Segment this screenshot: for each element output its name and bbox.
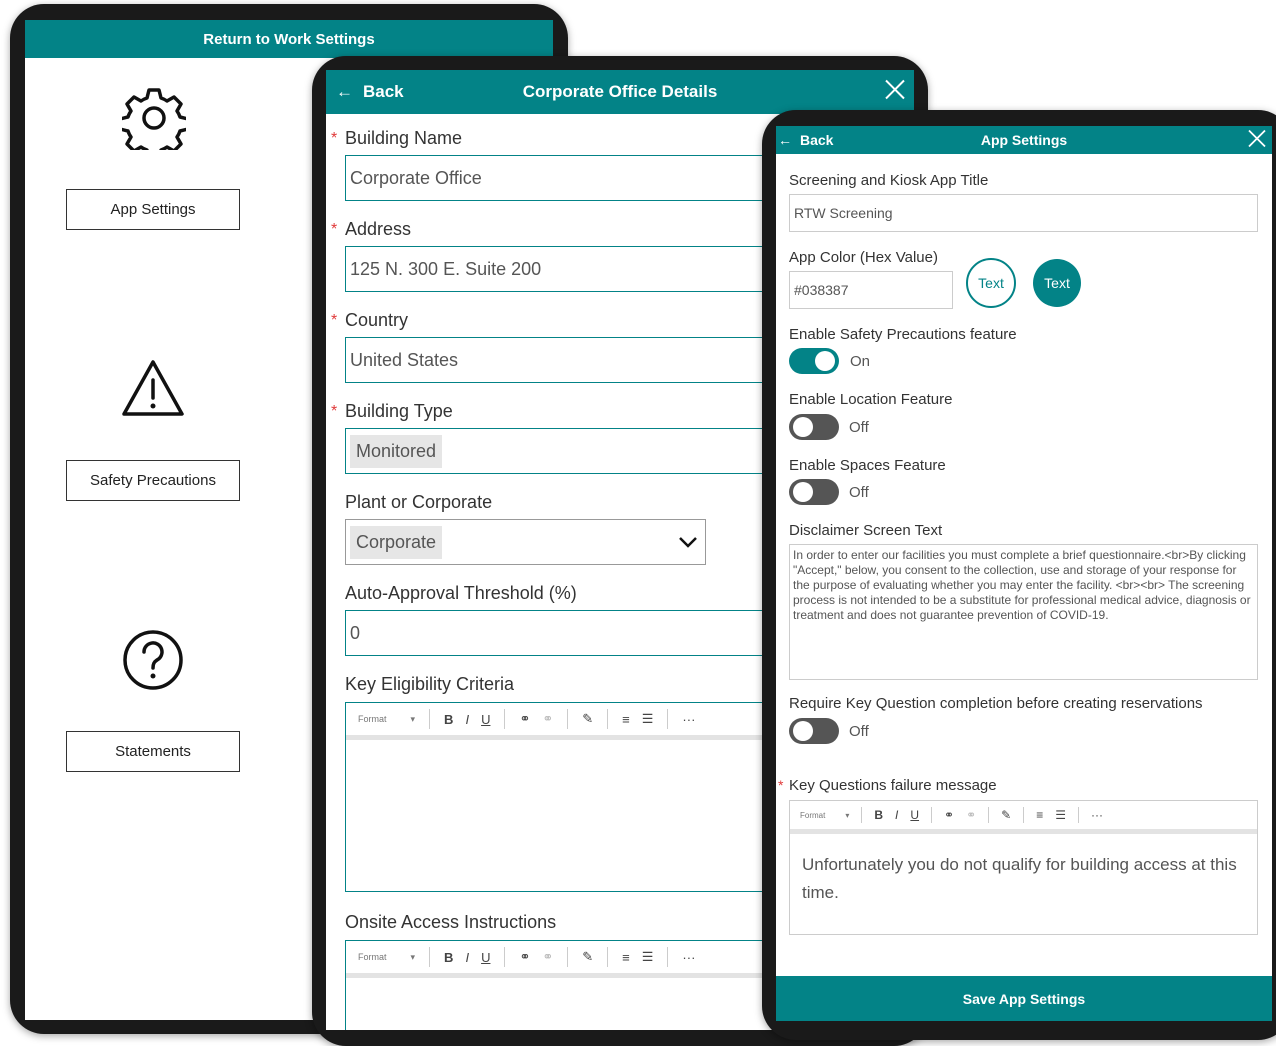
bullet-list-icon[interactable]: ≡ [622,950,630,965]
rte-toolbar: Format ▾ B I U ⚭ ⚭ ✎ ≡ ☰ ··· [790,801,1257,834]
corp-back-button[interactable]: ← Back [336,82,404,102]
rtw-title: Return to Work Settings [203,30,375,48]
arrow-left-icon: ← [778,132,792,148]
italic-icon[interactable]: I [465,950,469,965]
numbered-list-icon[interactable]: ☰ [642,711,654,727]
country-label: Country [345,310,409,330]
failure-message-text: Unfortunately you do not qualify for bui… [802,855,1237,902]
chevron-down-icon [677,532,699,557]
bold-icon[interactable]: B [874,808,883,822]
close-icon[interactable] [884,79,906,106]
save-app-settings-button[interactable]: Save App Settings [776,976,1272,1021]
onsite-label: Onsite Access Instructions [345,912,557,932]
format-dropdown[interactable]: Format ▾ [358,714,415,725]
format-dropdown[interactable]: Format ▾ [800,811,849,820]
gear-icon [118,86,190,160]
clear-format-icon[interactable]: ✎ [1001,808,1011,822]
building-type-label: Building Type [345,401,453,421]
more-icon[interactable]: ··· [682,712,695,727]
question-icon [121,628,185,692]
text-preview-outline: Text [966,258,1016,308]
location-feature-state: Off [849,419,869,436]
more-icon[interactable]: ··· [1091,808,1103,822]
app-title-input[interactable]: RTW Screening [789,194,1258,232]
plant-corporate-dropdown[interactable]: Corporate [345,519,706,565]
spaces-feature-label: Enable Spaces Feature [789,457,946,474]
clear-format-icon[interactable]: ✎ [582,711,593,727]
required-marker: * [331,221,338,238]
disclaimer-label: Disclaimer Screen Text [789,522,943,539]
bold-icon[interactable]: B [444,950,453,965]
require-completion-state: Off [849,723,869,740]
corp-header: ← Back Corporate Office Details [326,70,914,114]
corp-title: Corporate Office Details [522,82,718,101]
underline-icon[interactable]: U [481,712,490,727]
arrow-left-icon: ← [336,82,353,101]
app-screen: ← Back App Settings Screening and Kiosk … [776,126,1272,1021]
bullet-list-icon[interactable]: ≡ [1036,808,1043,822]
spaces-feature-toggle[interactable] [789,479,839,505]
plant-corporate-chip: Corporate [350,525,443,559]
safety-precautions-button[interactable]: Safety Precautions [66,460,240,501]
format-dropdown[interactable]: Format ▾ [358,952,415,963]
statements-button[interactable]: Statements [66,731,240,772]
location-feature-label: Enable Location Feature [789,391,953,408]
italic-icon[interactable]: I [465,712,469,727]
required-marker: * [331,403,338,420]
safety-feature-label: Enable Safety Precautions feature [789,326,1017,343]
clear-format-icon[interactable]: ✎ [582,949,593,965]
app-back-button[interactable]: ← Back [778,132,833,148]
safety-feature-toggle[interactable] [789,348,839,374]
more-icon[interactable]: ··· [682,950,695,965]
link-icon[interactable]: ⚭ [519,949,530,965]
app-title: App Settings [980,132,1068,148]
building-name-label: Building Name [345,128,463,148]
required-marker: * [331,312,338,329]
unlink-icon[interactable]: ⚭ [542,949,553,965]
app-device: ← Back App Settings Screening and Kiosk … [762,110,1276,1040]
spaces-feature-state: Off [849,484,869,501]
underline-icon[interactable]: U [481,950,490,965]
numbered-list-icon[interactable]: ☰ [642,949,654,965]
app-header: ← Back App Settings [776,126,1272,154]
warning-icon [121,358,185,418]
numbered-list-icon[interactable]: ☰ [1055,808,1066,822]
rtw-header: Return to Work Settings [25,20,553,58]
bullet-list-icon[interactable]: ≡ [622,712,630,727]
bold-icon[interactable]: B [444,712,453,727]
required-marker: * [331,130,338,147]
italic-icon[interactable]: I [895,808,898,822]
text-preview-filled: Text [1033,259,1081,307]
safety-feature-state: On [850,353,871,370]
link-icon[interactable]: ⚭ [519,711,530,727]
underline-icon[interactable]: U [910,808,919,822]
close-icon[interactable] [1248,129,1266,151]
app-color-input[interactable]: #038387 [789,271,953,309]
link-icon[interactable]: ⚭ [944,808,954,822]
app-color-label: App Color (Hex Value) [789,249,938,266]
failure-message-label: Key Questions failure message [789,777,997,794]
disclaimer-textarea[interactable]: In order to enter our facilities you mus… [789,544,1258,680]
location-feature-toggle[interactable] [789,414,839,440]
require-completion-toggle[interactable] [789,718,839,744]
unlink-icon[interactable]: ⚭ [542,711,553,727]
require-completion-label: Require Key Question completion before c… [789,695,1203,712]
failure-message-editor[interactable]: Format ▾ B I U ⚭ ⚭ ✎ ≡ ☰ ··· Unfortunatel… [789,800,1258,935]
app-settings-button[interactable]: App Settings [66,189,240,230]
unlink-icon[interactable]: ⚭ [966,808,976,822]
app-title-label: Screening and Kiosk App Title [789,172,989,189]
building-type-chip: Monitored [350,434,443,468]
plant-corporate-label: Plant or Corporate [345,492,493,512]
threshold-label: Auto-Approval Threshold (%) [345,583,577,603]
eligibility-label: Key Eligibility Criteria [345,674,515,694]
address-label: Address [345,219,412,239]
required-marker: * [778,777,784,793]
